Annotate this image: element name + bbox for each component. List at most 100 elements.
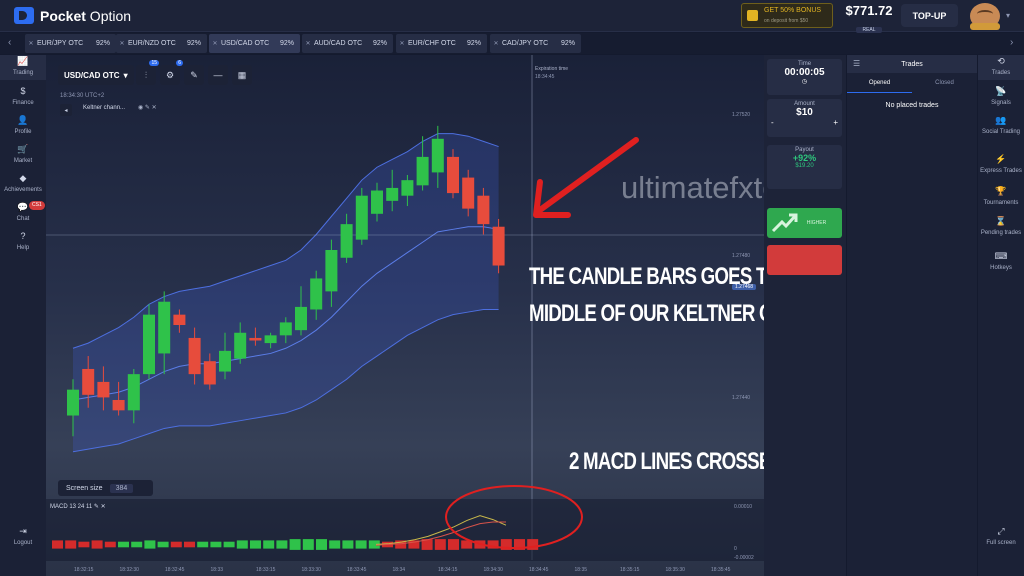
macd-bar-positive [236, 540, 248, 549]
candle-bearish [188, 337, 201, 375]
edit-icon[interactable]: ✎ [145, 105, 150, 111]
user-icon: 👤 [17, 115, 29, 125]
sidebar-item-signals[interactable]: 📡 Signals [978, 85, 1024, 110]
candle-bullish [158, 301, 171, 354]
time-tick: 18:33 [210, 567, 224, 573]
macd-bar-positive [342, 540, 354, 549]
macd-pane [46, 499, 764, 561]
layout-button[interactable]: ▦ [232, 65, 252, 85]
chevron-left-icon[interactable]: ‹ [8, 37, 11, 48]
trades-panel: ☰ Trades Opened Closed No placed trades [847, 55, 977, 576]
sidebar-item-trading[interactable]: 📈 Trading [0, 55, 46, 80]
trade-panel: Time 00:00:05 ◷ Amount $10 - + Payout +9… [764, 55, 846, 576]
screen-size-control[interactable]: Screen size 384 [58, 480, 153, 496]
sidebar-item-label: Signals [991, 100, 1011, 106]
indicators-button[interactable]: ⚙ 6 [160, 60, 183, 85]
macd-bar-negative [52, 540, 63, 549]
buy-button[interactable]: HIGHER [767, 208, 842, 238]
topup-button[interactable]: TOP-UP [901, 4, 958, 27]
asset-tab-payout: 92% [560, 40, 575, 47]
sidebar-item-label: Logout [13, 540, 33, 546]
time-tick: 18:32:15 [74, 567, 94, 573]
brand-logo[interactable]: Pocket Option [14, 7, 131, 24]
tab-closed[interactable]: Closed [912, 73, 977, 93]
asset-tab-eur-nzd-otc[interactable]: ✕ EUR/NZD OTC 92% [116, 34, 207, 53]
sidebar-item-help[interactable]: ? Help [0, 230, 46, 255]
asset-selector[interactable]: USD/CAD OTC ▾ [58, 65, 134, 85]
sidebar-item-logout[interactable]: ⇥ Logout [0, 525, 46, 550]
sidebar-item-finance[interactable]: $ Finance [0, 85, 46, 110]
sidebar-item-label: Pending trades [980, 230, 1022, 236]
right-sidebar: ⟲ Trades 📡 Signals 👥 Social Trading ⚡ Express T… [978, 55, 1024, 576]
sell-button[interactable] [767, 245, 842, 275]
indicator-tools: ◉ ✎ ✕ [138, 104, 157, 111]
sidebar-item-label: Tournaments [983, 200, 1019, 206]
account-balance[interactable]: $771.72 REAL [842, 3, 896, 36]
sidebar-item-social-trading[interactable]: 👥 Social Trading [978, 114, 1024, 139]
sidebar-item-profile[interactable]: 👤 Profile [0, 114, 46, 139]
sidebar-item-express-trades[interactable]: ⚡ Express Trades [978, 153, 1024, 178]
sidebar-item-hotkeys[interactable]: ⌨ Hotkeys [978, 250, 1024, 275]
sidebar-item-label: Profile [14, 129, 32, 135]
candle-bearish [477, 195, 490, 225]
drawing-tools-button[interactable]: ✎ [184, 65, 204, 85]
sidebar-item-label: Finance [12, 100, 34, 106]
sidebar-item-market[interactable]: 🛒 Market [0, 143, 46, 168]
avatar[interactable] [970, 3, 1000, 30]
candles-icon: ⫶ [144, 69, 148, 80]
sidebar-item-chat[interactable]: 💬 Chat CS1 [0, 201, 46, 226]
close-icon[interactable]: ✕ [490, 40, 502, 47]
asset-tab-eur-jpy-otc[interactable]: ✕ EUR/JPY OTC 92% [25, 34, 116, 53]
close-icon[interactable]: ✕ [152, 105, 157, 111]
sidebar-item-full-screen[interactable]: ⤢ Full screen [978, 525, 1024, 550]
amount-field[interactable]: Amount $10 - + [767, 99, 842, 137]
asset-tab-name: USD/CAD OTC [221, 40, 270, 47]
sidebar-item-achievements[interactable]: ◆ Achievements [0, 172, 46, 197]
time-tick: 18:33:45 [347, 567, 367, 573]
candle-bullish [431, 138, 444, 173]
tab-opened[interactable]: Opened [847, 73, 912, 93]
asset-tab-usd-cad-otc[interactable]: ✕ USD/CAD OTC 92% [209, 34, 300, 53]
timeframe-button[interactable]: ⫶ 15 [136, 60, 159, 85]
chat-badge: CS1 [29, 201, 45, 210]
time-tick: 18:32:30 [119, 567, 139, 573]
amount-value: $10 [796, 107, 813, 118]
chevron-down-icon: ▾ [123, 70, 128, 80]
line-tool-button[interactable]: — [208, 65, 228, 85]
close-icon[interactable]: ✕ [209, 40, 221, 47]
close-icon[interactable]: ✕ [25, 40, 37, 47]
collapse-indicators-button[interactable]: ◂ [60, 104, 72, 116]
close-icon[interactable]: ✕ [302, 40, 314, 47]
price-tick: 1.27440 [732, 395, 751, 401]
candle-bearish [82, 368, 95, 395]
list-icon[interactable]: ☰ [853, 59, 860, 68]
time-tick: 18:35:15 [620, 567, 640, 573]
asset-tab-eur-chf-otc[interactable]: ✕ EUR/CHF OTC 92% [396, 34, 487, 53]
sidebar-item-pending-trades[interactable]: ⌛ Pending trades [978, 215, 1024, 240]
close-icon[interactable]: ✕ [116, 40, 128, 47]
asset-tab-payout: 92% [95, 40, 110, 47]
time-field[interactable]: Time 00:00:05 ◷ [767, 59, 842, 95]
time-tick: 18:34:45 [529, 567, 549, 573]
asset-tab-aud-cad-otc[interactable]: ✕ AUD/CAD OTC 92% [302, 34, 393, 53]
asset-symbol: USD/CAD OTC [64, 70, 120, 80]
macd-tick: 0.00010 [734, 504, 753, 510]
chevron-right-icon[interactable]: › [1010, 37, 1013, 48]
bonus-subtitle: on deposit from $50 [764, 18, 809, 24]
trophy-icon: 🏆 [995, 186, 1007, 196]
amount-minus-button[interactable]: - [771, 118, 774, 127]
sidebar-item-tournaments[interactable]: 🏆 Tournaments [978, 185, 1024, 210]
asset-tab-cad-jpy-otc[interactable]: ✕ CAD/JPY OTC 92% [490, 34, 581, 53]
chevron-down-icon[interactable]: ▾ [1006, 11, 1010, 20]
amount-plus-button[interactable]: + [833, 118, 838, 127]
eye-icon[interactable]: ◉ [138, 105, 143, 111]
candle-bullish [416, 156, 429, 186]
edit-icon[interactable]: ✎ [94, 504, 99, 510]
bonus-banner[interactable]: GET 50% BONUS on deposit from $50 [741, 3, 833, 28]
sidebar-item-trades[interactable]: ⟲ Trades [978, 55, 1024, 80]
asset-tab-payout: 92% [279, 40, 294, 47]
chart-area[interactable]: USD/CAD OTC ▾ ⫶ 15 ⚙ 6 ✎ — ▦ 18:34:30 UT… [46, 55, 764, 576]
indicators-icon: ⚙ [165, 69, 175, 80]
close-icon[interactable]: ✕ [396, 40, 408, 47]
close-icon[interactable]: ✕ [101, 504, 106, 510]
